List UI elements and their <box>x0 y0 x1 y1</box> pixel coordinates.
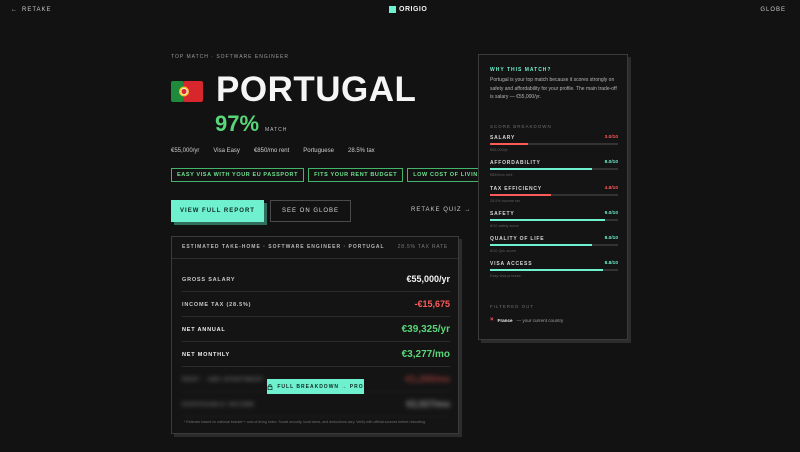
back-button[interactable]: ← RETAKE <box>11 7 52 13</box>
metric-label: VISA ACCESS <box>490 261 533 267</box>
metric-bar-fill <box>490 269 603 271</box>
fact-salary: €55,000/yr <box>171 148 200 154</box>
filtered-country: France <box>497 317 513 323</box>
full-breakdown-pro-button[interactable]: FULL BREAKDOWN → PRO <box>267 379 364 394</box>
row-value: -€1,250/mo <box>403 374 450 384</box>
card-header: ESTIMATED TAKE-HOME · SOFTWARE ENGINEER … <box>172 237 458 259</box>
metric-note: €55,000/yr <box>490 148 508 152</box>
lock-icon <box>267 383 273 390</box>
row-label: NET MONTHLY <box>182 352 231 358</box>
arrow-left-icon: ← <box>11 7 18 13</box>
fact-rent: €850/mo rent <box>253 148 290 154</box>
row-disposable-locked: DISPOSABLE INCOME €2,027/mo <box>182 392 450 417</box>
row-label: INCOME TAX (28.5%) <box>182 302 252 308</box>
estimate-footnote: * Estimate based on national bracket + c… <box>184 420 427 424</box>
metric-affordability: AFFORDABILITY 8.0/10 €850/mo rent <box>490 160 618 180</box>
metric-quality-of-life: QUALITY OF LIFE 8.0/10 8/10 QoL score <box>490 236 618 256</box>
portugal-flag-icon <box>171 81 203 102</box>
metric-visa-access: VISA ACCESS 8.8/10 Easy visa process <box>490 261 618 281</box>
quick-facts: €55,000/yr Visa Easy €850/mo rent Portug… <box>171 148 375 154</box>
metric-bar-track <box>490 143 618 145</box>
metric-note: 8/10 QoL score <box>490 249 516 253</box>
match-label: MATCH <box>265 127 288 133</box>
match-eyebrow: TOP MATCH · SOFTWARE ENGINEER <box>171 54 289 60</box>
metric-score: 4.8/10 <box>604 186 618 191</box>
row-net-monthly: NET MONTHLY €3,277/mo <box>182 342 450 367</box>
metric-score: 8.0/10 <box>604 236 618 241</box>
row-net-annual: NET ANNUAL €39,325/yr <box>182 317 450 342</box>
metric-bar-fill <box>490 244 593 246</box>
highlight-tags: EASY VISA WITH YOUR EU PASSPORT FITS YOU… <box>171 168 489 182</box>
row-value: €2,027/mo <box>406 399 450 409</box>
card-title: ESTIMATED TAKE-HOME · SOFTWARE ENGINEER … <box>182 244 385 250</box>
row-value: -€15,675 <box>414 299 450 309</box>
row-income-tax: INCOME TAX (28.5%) -€15,675 <box>182 292 450 317</box>
metric-score: 9.0/10 <box>604 211 618 216</box>
metric-score: 8.8/10 <box>604 261 618 266</box>
metric-bar-track <box>490 168 618 170</box>
row-value: €39,325/yr <box>401 324 450 335</box>
metric-bar-fill <box>490 168 593 170</box>
score-breakdown-title: SCORE BREAKDOWN <box>490 124 552 129</box>
metric-note: 28.5% income tax <box>490 199 521 203</box>
metric-salary: SALARY 3.0/10 €55,000/yr <box>490 135 618 155</box>
filtered-reason: — your current country <box>516 317 564 323</box>
metric-bar-fill <box>490 219 606 221</box>
match-percentage: 97% <box>215 111 260 136</box>
why-match-panel: WHY THIS MATCH? Portugal is your top mat… <box>478 54 628 340</box>
take-home-card: ESTIMATED TAKE-HOME · SOFTWARE ENGINEER … <box>171 236 459 434</box>
row-label: NET ANNUAL <box>182 327 226 333</box>
metric-bar-track <box>490 269 618 271</box>
tag-rent: FITS YOUR RENT BUDGET <box>308 168 404 182</box>
metric-note: €850/mo rent <box>490 173 513 177</box>
country-name: PORTUGAL <box>216 70 417 109</box>
metric-bar-fill <box>490 194 552 196</box>
fact-tax: 28.5% tax <box>348 148 375 154</box>
filtered-out-title: FILTERED OUT <box>490 304 535 309</box>
row-label: GROSS SALARY <box>182 277 236 283</box>
top-bar: ← RETAKE ORIGIO GLOBE <box>0 0 800 22</box>
view-full-report-button[interactable]: VIEW FULL REPORT <box>171 200 264 222</box>
pro-button-label: FULL BREAKDOWN → PRO <box>277 383 364 390</box>
metric-label: QUALITY OF LIFE <box>490 236 545 242</box>
tax-rate-label: 28.5% TAX RATE <box>397 244 448 250</box>
retake-quiz-link[interactable]: RETAKE QUIZ → <box>411 207 471 213</box>
row-label: DISPOSABLE INCOME <box>182 402 255 408</box>
metric-bar-track <box>490 194 618 196</box>
logo-square-icon <box>389 6 396 13</box>
metric-note: Easy visa process <box>490 274 521 278</box>
metric-label: AFFORDABILITY <box>490 160 541 166</box>
panel-heading: WHY THIS MATCH? <box>490 67 552 73</box>
see-on-globe-button[interactable]: SEE ON GLOBE <box>270 200 351 222</box>
metric-label: SALARY <box>490 135 516 141</box>
metric-score: 3.0/10 <box>604 135 618 140</box>
metric-label: TAX EFFICIENCY <box>490 186 542 192</box>
tag-cost: LOW COST OF LIVING <box>407 168 489 182</box>
close-icon: × <box>490 317 494 323</box>
metric-tax-efficiency: TAX EFFICIENCY 4.8/10 28.5% income tax <box>490 186 618 206</box>
row-value: €3,277/mo <box>401 349 450 360</box>
back-label: RETAKE <box>22 7 52 13</box>
fact-language: Portuguese <box>303 148 334 154</box>
row-gross-salary: GROSS SALARY €55,000/yr <box>182 267 450 292</box>
metric-label: SAFETY <box>490 211 515 217</box>
panel-description: Portugal is your top match because it sc… <box>490 77 617 100</box>
filtered-out-item: × France — your current country <box>490 317 563 323</box>
brand-name: ORIGIO <box>399 6 428 13</box>
metric-note: 8/10 safety score <box>490 224 519 228</box>
metric-bar-fill <box>490 143 529 145</box>
globe-link[interactable]: GLOBE <box>760 7 786 13</box>
metric-bar-track <box>490 219 618 221</box>
metric-score: 8.0/10 <box>604 160 618 165</box>
row-label: RENT · 1BR APARTMENT <box>182 377 265 383</box>
tag-visa: EASY VISA WITH YOUR EU PASSPORT <box>171 168 305 182</box>
brand-logo[interactable]: ORIGIO <box>389 6 427 13</box>
metric-safety: SAFETY 9.0/10 8/10 safety score <box>490 211 618 231</box>
fact-visa: Visa Easy <box>213 148 240 154</box>
row-value: €55,000/yr <box>406 274 450 284</box>
metric-bar-track <box>490 244 618 246</box>
